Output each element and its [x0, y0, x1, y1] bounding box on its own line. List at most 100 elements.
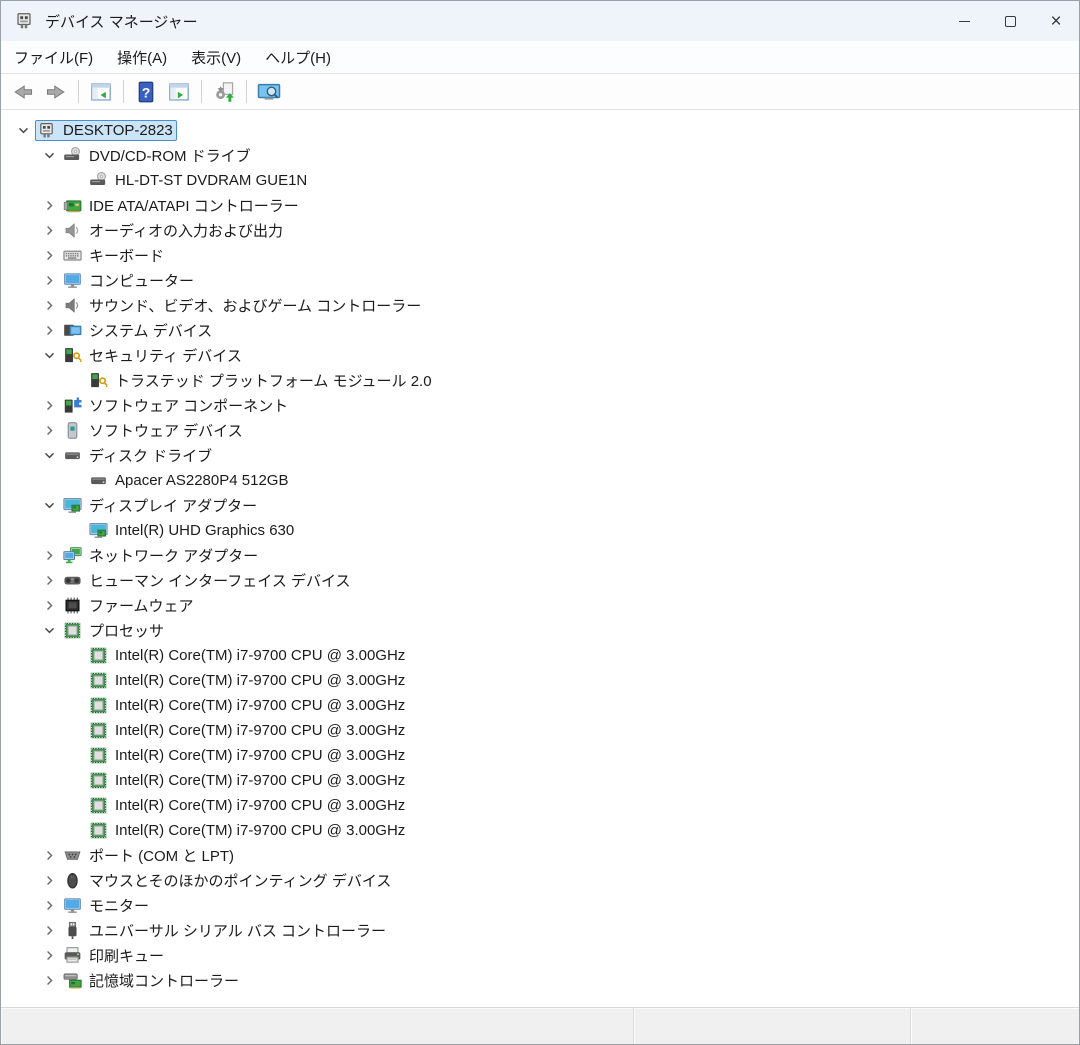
chevron-right-icon[interactable] — [37, 599, 61, 612]
chevron-right-icon[interactable] — [37, 849, 61, 862]
network-icon — [63, 546, 82, 565]
forward-button[interactable] — [43, 78, 69, 106]
tree-item[interactable]: IDE ATA/ATAPI コントローラー — [1, 193, 1079, 218]
chevron-down-icon[interactable] — [37, 624, 61, 637]
tree-item[interactable]: Intel(R) Core(TM) i7-9700 CPU @ 3.00GHz — [1, 718, 1079, 743]
tree-item[interactable]: ヒューマン インターフェイス デバイス — [1, 568, 1079, 593]
tree-item[interactable]: ソフトウェア コンポーネント — [1, 393, 1079, 418]
chevron-right-icon[interactable] — [37, 324, 61, 337]
tree-item[interactable]: DVD/CD-ROM ドライブ — [1, 143, 1079, 168]
tree-item[interactable]: トラステッド プラットフォーム モジュール 2.0 — [1, 368, 1079, 393]
device-tree: DESKTOP-2823DVD/CD-ROM ドライブHL-DT-ST DVDR… — [1, 110, 1079, 1007]
close-icon: × — [1050, 12, 1061, 31]
chevron-right-icon[interactable] — [37, 899, 61, 912]
maximize-button[interactable] — [987, 1, 1033, 41]
chevron-down-icon[interactable] — [37, 349, 61, 362]
security-icon — [63, 346, 82, 365]
tree-item-label: ディスク ドライブ — [87, 445, 212, 466]
properties-icon — [168, 82, 190, 102]
tree-item[interactable]: Apacer AS2280P4 512GB — [1, 468, 1079, 493]
help-icon: ? — [136, 81, 156, 103]
tree-item[interactable]: サウンド、ビデオ、およびゲーム コントローラー — [1, 293, 1079, 318]
chevron-right-icon[interactable] — [37, 299, 61, 312]
tree-item-label: Intel(R) UHD Graphics 630 — [113, 522, 294, 539]
tree-item-label: Intel(R) Core(TM) i7-9700 CPU @ 3.00GHz — [113, 747, 405, 764]
tree-item[interactable]: ディスク ドライブ — [1, 443, 1079, 468]
tree-item[interactable]: ポート (COM と LPT) — [1, 843, 1079, 868]
tree-item[interactable]: 印刷キュー — [1, 943, 1079, 968]
show-console-tree-button[interactable] — [88, 78, 114, 106]
chevron-down-icon[interactable] — [37, 499, 61, 512]
tree-item-label: ソフトウェア デバイス — [87, 420, 243, 441]
menu-file[interactable]: ファイル(F) — [2, 42, 105, 73]
tree-item[interactable]: セキュリティ デバイス — [1, 343, 1079, 368]
tree-item[interactable]: Intel(R) Core(TM) i7-9700 CPU @ 3.00GHz — [1, 768, 1079, 793]
software-device-icon — [63, 421, 82, 440]
chevron-right-icon[interactable] — [37, 424, 61, 437]
chevron-down-icon[interactable] — [37, 449, 61, 462]
dvd-icon — [63, 146, 82, 165]
chevron-down-icon[interactable] — [11, 124, 35, 137]
chevron-right-icon[interactable] — [37, 249, 61, 262]
tree-item[interactable]: ネットワーク アダプター — [1, 543, 1079, 568]
status-segment — [1, 1008, 634, 1044]
tree-item[interactable]: Intel(R) UHD Graphics 630 — [1, 518, 1079, 543]
tree-item[interactable]: Intel(R) Core(TM) i7-9700 CPU @ 3.00GHz — [1, 793, 1079, 818]
svg-text:?: ? — [142, 84, 151, 100]
toolbar-separator — [78, 80, 79, 103]
device-manager-app-icon — [14, 11, 34, 31]
tree-item[interactable]: Intel(R) Core(TM) i7-9700 CPU @ 3.00GHz — [1, 668, 1079, 693]
tree-item[interactable]: Intel(R) Core(TM) i7-9700 CPU @ 3.00GHz — [1, 643, 1079, 668]
tree-item[interactable]: モニター — [1, 893, 1079, 918]
tree-item[interactable]: プロセッサ — [1, 618, 1079, 643]
back-icon — [12, 82, 34, 102]
chevron-right-icon[interactable] — [37, 949, 61, 962]
tree-item-label: Intel(R) Core(TM) i7-9700 CPU @ 3.00GHz — [113, 647, 405, 664]
tree-item[interactable]: 記憶域コントローラー — [1, 968, 1079, 993]
tree-item-label: Intel(R) Core(TM) i7-9700 CPU @ 3.00GHz — [113, 822, 405, 839]
chevron-right-icon[interactable] — [37, 974, 61, 987]
sound-icon — [63, 296, 82, 315]
storage-icon — [63, 971, 82, 990]
properties-button[interactable] — [166, 78, 192, 106]
tree-item[interactable]: DESKTOP-2823 — [1, 118, 1079, 143]
back-button[interactable] — [10, 78, 36, 106]
tree-item[interactable]: システム デバイス — [1, 318, 1079, 343]
chevron-right-icon[interactable] — [37, 874, 61, 887]
tree-item[interactable]: ファームウェア — [1, 593, 1079, 618]
tree-item[interactable]: コンピューター — [1, 268, 1079, 293]
usb-icon — [63, 921, 82, 940]
tree-item[interactable]: Intel(R) Core(TM) i7-9700 CPU @ 3.00GHz — [1, 818, 1079, 843]
tree-item[interactable]: マウスとそのほかのポインティング デバイス — [1, 868, 1079, 893]
minimize-button[interactable] — [941, 1, 987, 41]
remote-computer-search-button[interactable] — [256, 78, 282, 106]
tree-item[interactable]: オーディオの入力および出力 — [1, 218, 1079, 243]
tree-item[interactable]: キーボード — [1, 243, 1079, 268]
tree-item[interactable]: ユニバーサル シリアル バス コントローラー — [1, 918, 1079, 943]
chevron-right-icon[interactable] — [37, 274, 61, 287]
tree-item-label: モニター — [87, 895, 149, 916]
chevron-right-icon[interactable] — [37, 199, 61, 212]
chevron-right-icon[interactable] — [37, 549, 61, 562]
tree-item[interactable]: ソフトウェア デバイス — [1, 418, 1079, 443]
tree-item[interactable]: ディスプレイ アダプター — [1, 493, 1079, 518]
chevron-right-icon[interactable] — [37, 399, 61, 412]
menu-action[interactable]: 操作(A) — [105, 42, 179, 73]
close-button[interactable]: × — [1033, 1, 1079, 41]
show-console-tree-icon — [90, 82, 112, 102]
tree-item[interactable]: HL-DT-ST DVDRAM GUE1N — [1, 168, 1079, 193]
chevron-down-icon[interactable] — [37, 149, 61, 162]
menu-view[interactable]: 表示(V) — [179, 42, 253, 73]
chevron-right-icon[interactable] — [37, 924, 61, 937]
chevron-right-icon[interactable] — [37, 224, 61, 237]
status-segment — [634, 1008, 911, 1044]
tree-item[interactable]: Intel(R) Core(TM) i7-9700 CPU @ 3.00GHz — [1, 693, 1079, 718]
menu-help[interactable]: ヘルプ(H) — [253, 42, 343, 73]
tree-item-label: プロセッサ — [87, 620, 164, 641]
scan-hardware-changes-button[interactable] — [211, 78, 237, 106]
firmware-icon — [63, 596, 82, 615]
toolbar-separator — [201, 80, 202, 103]
help-button[interactable]: ? — [133, 78, 159, 106]
chevron-right-icon[interactable] — [37, 574, 61, 587]
tree-item[interactable]: Intel(R) Core(TM) i7-9700 CPU @ 3.00GHz — [1, 743, 1079, 768]
